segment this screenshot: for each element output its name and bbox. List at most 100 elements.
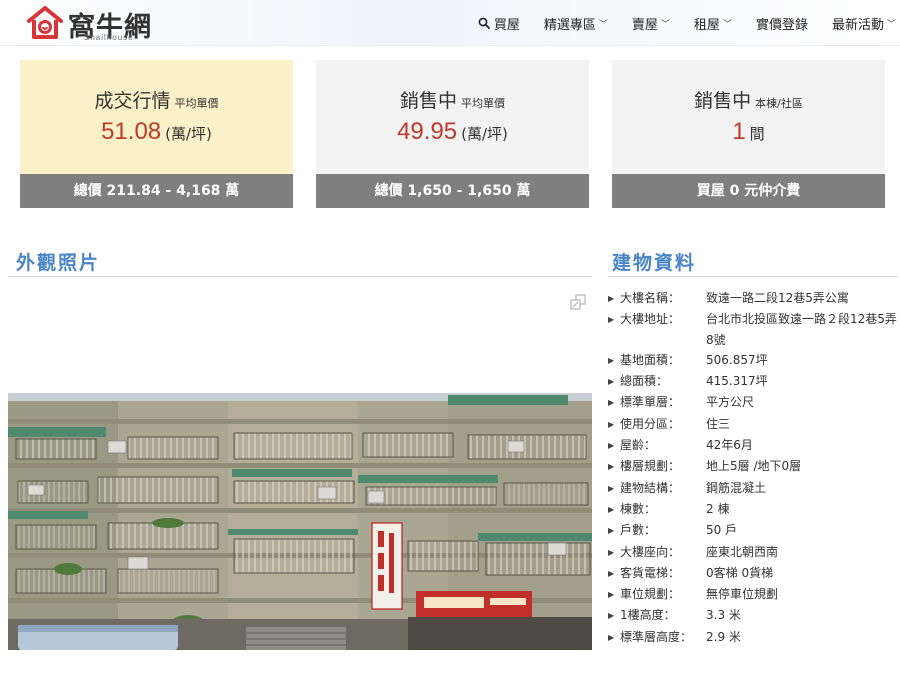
card-title: 銷售中 本棟/社區 xyxy=(612,86,885,113)
info-row: ▶ 建物結構： 鋼筋混凝土 xyxy=(608,478,898,499)
info-label: 使用分區： xyxy=(620,416,681,431)
info-label: 標準層高度： xyxy=(620,629,693,644)
triangle-right-icon: ▶ xyxy=(608,355,615,365)
nav-events[interactable]: 最新活動 ﹀ xyxy=(832,14,896,33)
info-row: ▶ 總面積： 415.317坪 xyxy=(608,371,898,392)
triangle-right-icon: ▶ xyxy=(608,568,615,578)
info-value: 42年6月 xyxy=(706,438,753,453)
info-row: ▶ 屋齡： 42年6月 xyxy=(608,435,898,456)
info-value: 平方公尺 xyxy=(706,395,755,410)
info-row: ▶ 標準層高度： 2.9 米 xyxy=(608,627,898,648)
transaction-price-card: 成交行情 平均單價 51.08 (萬/坪) 總價 211.84 - 4,168 萬 xyxy=(20,60,293,208)
photo-section-title: 外觀照片 xyxy=(16,252,101,274)
chevron-down-icon: ﹀ xyxy=(886,19,896,30)
nav-buy-label: 買屋 xyxy=(493,17,520,33)
triangle-right-icon: ▶ xyxy=(608,547,615,557)
info-label: 建物結構： xyxy=(620,480,681,495)
nav-sell[interactable]: 賣屋 ﹀ xyxy=(632,14,670,33)
card-footer[interactable]: 總價 211.84 - 4,168 萬 xyxy=(20,174,293,208)
logo-subtitle: Snailhouse xyxy=(84,33,134,42)
nav-price-registry-label: 實價登錄 xyxy=(755,17,808,33)
info-value: 鋼筋混凝土 xyxy=(706,480,767,495)
info-row: ▶ 大樓名稱： 致遠一路二段12巷5弄公寓 xyxy=(608,288,898,309)
main-nav: 買屋 精選專區 ﹀ 賣屋 ﹀ 租屋 ﹀ 實價登錄 最新活動 ﹀ xyxy=(454,0,896,46)
card-number: 49.95 xyxy=(397,118,458,145)
building-info-title: 建物資料 xyxy=(612,252,697,274)
site-header: 窩牛網 Snailhouse 買屋 精選專區 ﹀ 賣屋 ﹀ 租屋 ﹀ 實價登錄 … xyxy=(0,0,900,46)
nav-sell-label: 賣屋 xyxy=(631,17,658,33)
info-value: 0客梯 0貨梯 xyxy=(706,565,774,580)
info-row: ▶ 基地面積： 506.857坪 xyxy=(608,350,898,371)
chevron-down-icon: ﹀ xyxy=(598,19,608,30)
nav-rent-label: 租屋 xyxy=(693,17,720,33)
card-title: 銷售中 平均單價 xyxy=(316,86,589,113)
card-body: 銷售中 本棟/社區 1間 xyxy=(612,60,885,174)
triangle-right-icon: ▶ xyxy=(608,315,615,325)
info-label: 大樓座向： xyxy=(620,544,681,559)
triangle-right-icon: ▶ xyxy=(608,611,615,621)
info-label: 屋齡： xyxy=(620,438,657,453)
info-label: 樓層規劃： xyxy=(620,459,681,474)
info-value: 無停車位規劃 xyxy=(706,587,779,602)
nav-events-label: 最新活動 xyxy=(831,17,884,33)
for-sale-count-card: 銷售中 本棟/社區 1間 買屋 0 元仲介費 xyxy=(612,60,885,208)
nav-featured-label: 精選專區 xyxy=(543,17,596,33)
info-label: 棟數： xyxy=(620,501,657,516)
card-body: 銷售中 平均單價 49.95 (萬/坪) xyxy=(316,60,589,174)
info-row: ▶ 車位規劃： 無停車位規劃 xyxy=(608,584,898,605)
info-label: 客貨電梯： xyxy=(620,565,681,580)
info-row: ▶ 戶數： 50 戶 xyxy=(608,520,898,541)
info-value: 地上5層 /地下0層 xyxy=(706,459,802,474)
card-title-text: 成交行情 xyxy=(94,90,171,112)
card-value: 51.08 (萬/坪) xyxy=(20,118,293,146)
info-label: 總面積： xyxy=(620,374,669,389)
card-subtitle: 本棟/社區 xyxy=(755,97,803,110)
triangle-right-icon: ▶ xyxy=(608,632,615,642)
card-number: 1 xyxy=(732,118,746,145)
card-unit: (萬/坪) xyxy=(461,125,508,143)
nav-price-registry[interactable]: 實價登錄 xyxy=(756,14,808,33)
card-footer[interactable]: 總價 1,650 - 1,650 萬 xyxy=(316,174,589,208)
info-value: 415.317坪 xyxy=(706,374,768,389)
info-row: ▶ 大樓座向： 座東北朝西南 xyxy=(608,542,898,563)
building-photo-illustration xyxy=(8,393,592,650)
info-label: 大樓地址： xyxy=(620,312,681,327)
triangle-right-icon: ▶ xyxy=(608,419,615,429)
triangle-right-icon: ▶ xyxy=(608,590,615,600)
info-row: ▶ 客貨電梯： 0客梯 0貨梯 xyxy=(608,563,898,584)
chevron-down-icon: ﹀ xyxy=(722,19,732,30)
house-logo-icon xyxy=(27,6,63,39)
nav-featured[interactable]: 精選專區 ﹀ xyxy=(544,14,608,33)
card-body: 成交行情 平均單價 51.08 (萬/坪) xyxy=(20,60,293,174)
triangle-right-icon: ▶ xyxy=(608,294,615,303)
info-row: ▶ 大樓地址： 台北市北投區致遠一路２段12巷5弄8號 xyxy=(608,309,898,350)
for-sale-price-card: 銷售中 平均單價 49.95 (萬/坪) 總價 1,650 - 1,650 萬 xyxy=(316,60,589,208)
nav-rent[interactable]: 租屋 ﹀ xyxy=(694,14,732,33)
card-title-text: 銷售中 xyxy=(694,90,752,112)
expand-icon[interactable] xyxy=(570,294,586,310)
chevron-down-icon: ﹀ xyxy=(660,19,670,30)
info-row: ▶ 標準單層： 平方公尺 xyxy=(608,392,898,413)
site-logo[interactable]: 窩牛網 Snailhouse xyxy=(26,3,156,43)
info-label: 基地面積： xyxy=(620,352,681,367)
info-row: ▶ 使用分區： 住三 xyxy=(608,414,898,435)
building-info-list: ▶ 大樓名稱： 致遠一路二段12巷5弄公寓 ▶ 大樓地址： 台北市北投區致遠一路２段12… xyxy=(608,288,898,648)
triangle-right-icon: ▶ xyxy=(608,462,615,472)
triangle-right-icon: ▶ xyxy=(608,526,615,536)
info-row: ▶ 1樓高度： 3.3 米 xyxy=(608,605,898,626)
info-value: 住三 xyxy=(706,416,731,431)
nav-buy[interactable]: 買屋 xyxy=(478,14,520,33)
info-value: 台北市北投區致遠一路２段12巷5弄8號 xyxy=(706,312,897,347)
info-label: 1樓高度： xyxy=(620,608,676,623)
info-value: 2.9 米 xyxy=(706,629,741,644)
info-value: 座東北朝西南 xyxy=(706,544,779,559)
info-label: 標準單層： xyxy=(620,395,681,410)
search-icon xyxy=(478,17,490,29)
divider xyxy=(608,276,898,277)
card-unit: 間 xyxy=(749,125,765,143)
card-title-text: 銷售中 xyxy=(399,90,457,112)
card-title: 成交行情 平均單價 xyxy=(20,86,293,113)
card-footer[interactable]: 買屋 0 元仲介費 xyxy=(612,174,885,208)
info-label: 車位規劃： xyxy=(620,587,681,602)
building-exterior-photo[interactable] xyxy=(8,393,592,650)
